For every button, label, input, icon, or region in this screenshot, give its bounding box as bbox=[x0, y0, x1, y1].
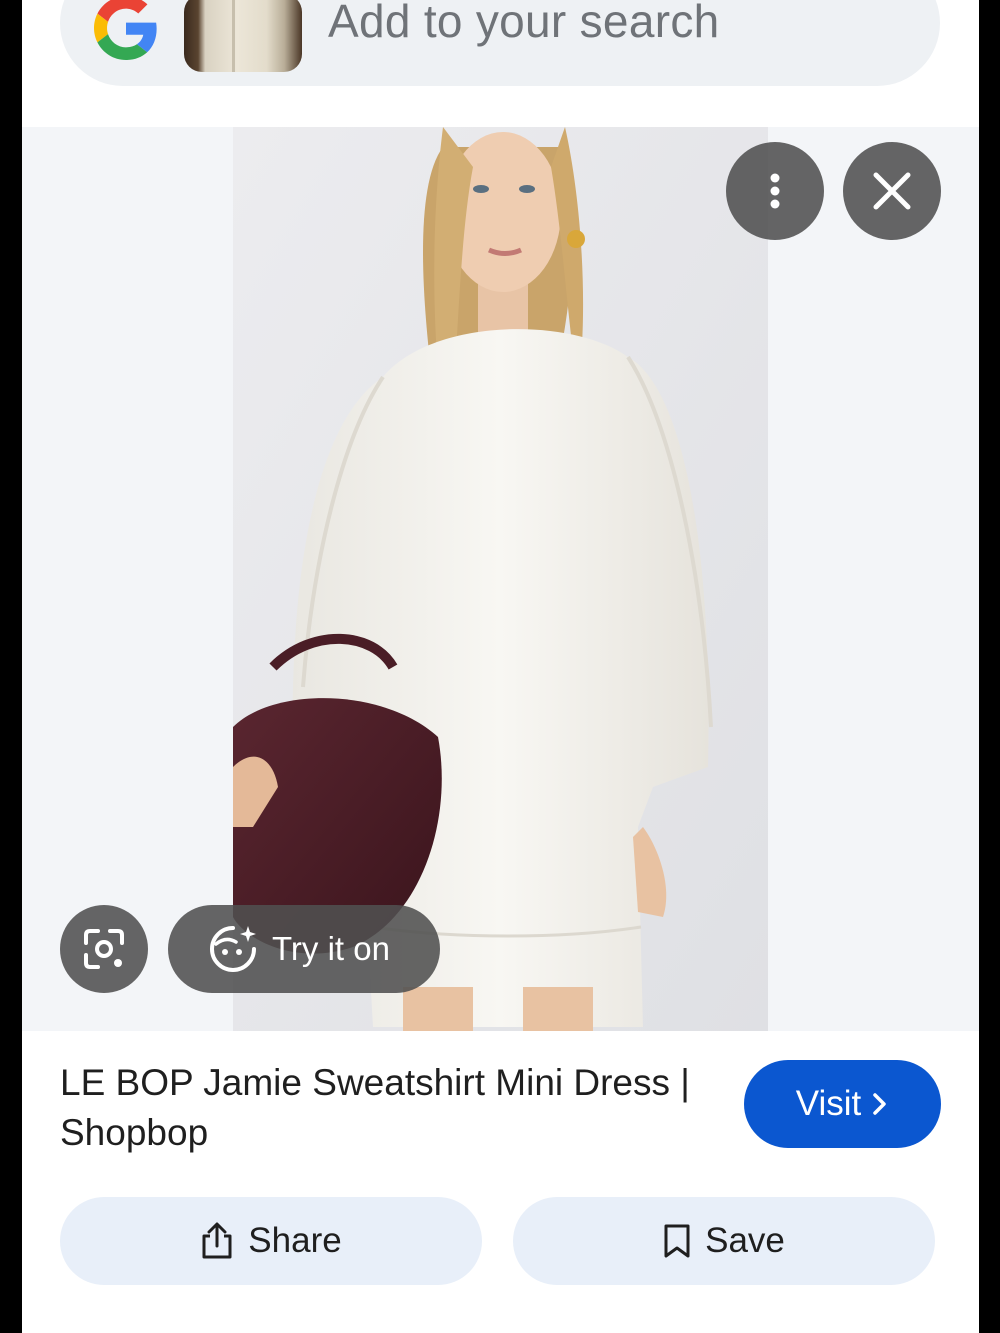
more-vert-icon bbox=[770, 173, 780, 209]
chevron-right-icon bbox=[873, 1093, 886, 1115]
bookmark-icon bbox=[664, 1224, 690, 1258]
image-viewer: Try it on bbox=[22, 127, 979, 1031]
thumbnail-fold bbox=[232, 0, 235, 72]
screen: Add to your search Try it on LE BOP Jami… bbox=[22, 0, 979, 1333]
sparkle-face-icon bbox=[210, 926, 256, 972]
try-it-on-button[interactable]: Try it on bbox=[168, 905, 440, 993]
visit-label: Visit bbox=[795, 1084, 862, 1123]
search-image-thumbnail[interactable] bbox=[184, 0, 302, 72]
save-button[interactable]: Save bbox=[513, 1197, 935, 1285]
product-photo-illustration bbox=[233, 127, 768, 1031]
lens-search-button[interactable] bbox=[60, 905, 148, 993]
share-button[interactable]: Share bbox=[60, 1197, 482, 1285]
lens-search-icon bbox=[84, 929, 124, 969]
google-g-icon bbox=[94, 0, 157, 60]
close-icon bbox=[873, 172, 911, 210]
result-title[interactable]: LE BOP Jamie Sweatshirt Mini Dress | Sho… bbox=[60, 1058, 720, 1158]
save-label: Save bbox=[705, 1221, 785, 1260]
share-label: Share bbox=[248, 1221, 342, 1260]
product-image[interactable] bbox=[233, 127, 768, 1031]
search-placeholder[interactable]: Add to your search bbox=[328, 0, 720, 48]
visit-button[interactable]: Visit bbox=[744, 1060, 941, 1148]
more-options-button[interactable] bbox=[726, 142, 824, 240]
try-it-on-label: Try it on bbox=[272, 930, 390, 967]
share-icon bbox=[202, 1222, 232, 1259]
close-button[interactable] bbox=[843, 142, 941, 240]
